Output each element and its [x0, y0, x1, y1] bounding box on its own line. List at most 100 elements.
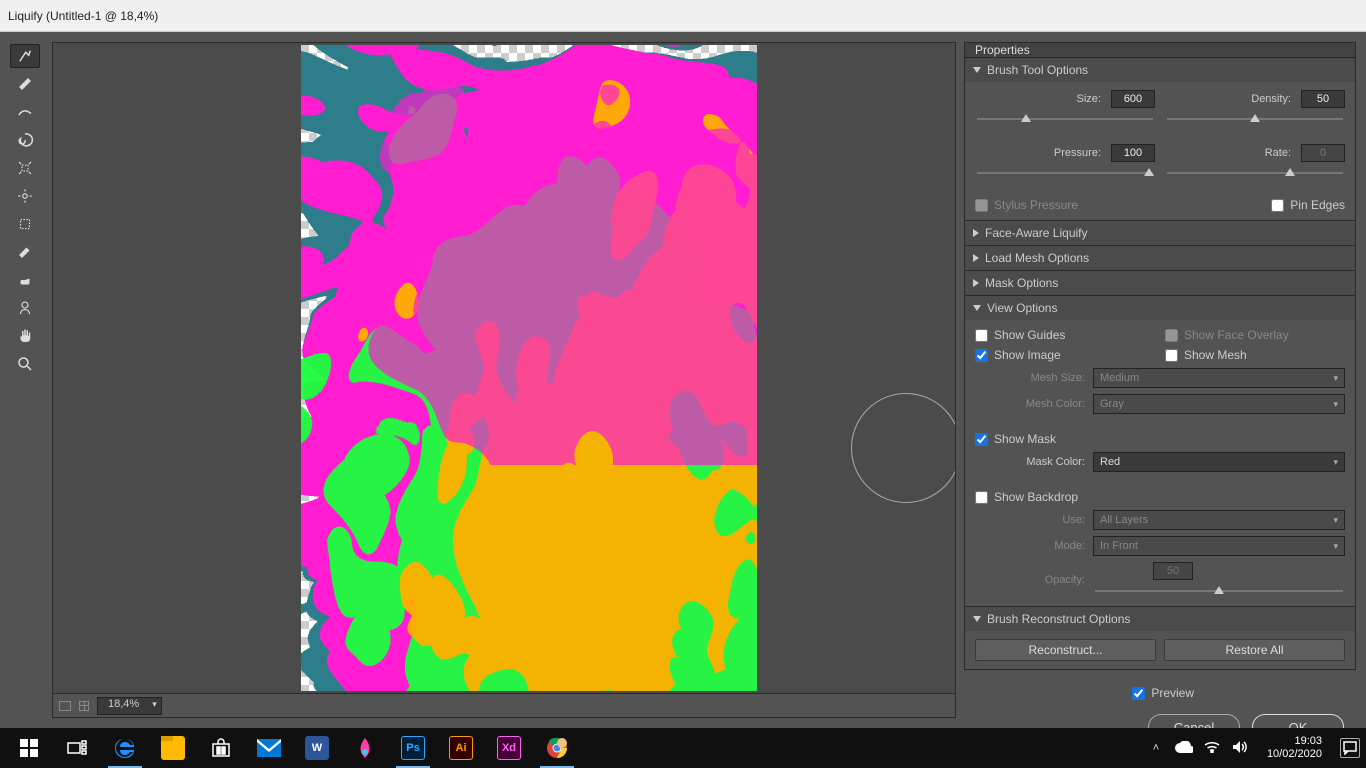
stylus-pressure-checkbox: Stylus Pressure [975, 198, 1078, 212]
freeze-mask-tool[interactable] [10, 240, 40, 264]
size-input[interactable] [1111, 90, 1155, 108]
wifi-icon[interactable] [1203, 741, 1221, 756]
brush-cursor [851, 393, 955, 503]
mesh-color-select: Gray▾ [1093, 394, 1345, 414]
pressure-input[interactable] [1111, 144, 1155, 162]
mail-icon[interactable] [246, 728, 292, 768]
triangle-right-icon [973, 279, 979, 287]
load-mesh-header[interactable]: Load Mesh Options [965, 246, 1355, 270]
triangle-right-icon [973, 229, 979, 237]
liquify-toolbar [10, 42, 44, 718]
dialog-title: Liquify (Untitled-1 @ 18,4%) [8, 9, 158, 23]
paint3d-icon[interactable] [342, 728, 388, 768]
mode-select: In Front▾ [1093, 536, 1345, 556]
liquify-dialog: 18,4% ▾ Properties Brush Tool Options Si… [0, 32, 1366, 728]
opacity-slider [1095, 584, 1343, 598]
density-input[interactable] [1301, 90, 1345, 108]
grid-icon[interactable] [79, 701, 89, 711]
preview-checkbox[interactable]: Preview [1132, 686, 1194, 700]
file-explorer-icon[interactable] [150, 728, 196, 768]
thaw-mask-tool[interactable] [10, 268, 40, 292]
time-text: 19:03 [1267, 735, 1322, 748]
canvas-area: 18,4% ▾ [52, 42, 956, 718]
density-slider[interactable] [1167, 112, 1343, 126]
zoom-value: 18,4% [108, 698, 139, 710]
liquify-artwork [301, 45, 757, 691]
face-tool[interactable] [10, 296, 40, 320]
twirl-tool[interactable] [10, 128, 40, 152]
start-button[interactable] [6, 728, 52, 768]
rate-slider[interactable] [1167, 166, 1343, 180]
triangle-right-icon [973, 254, 979, 262]
face-aware-header[interactable]: Face-Aware Liquify [965, 221, 1355, 245]
windows-taskbar: W Ps Ai Xd ˄ 19:03 10/02/2020 [0, 728, 1366, 768]
mesh-size-select: Medium▾ [1093, 368, 1345, 388]
pressure-slider[interactable] [977, 166, 1153, 180]
show-guides-checkbox[interactable]: Show Guides [975, 328, 1155, 342]
store-icon[interactable] [198, 728, 244, 768]
fit-icon[interactable] [59, 701, 71, 711]
forward-warp-tool[interactable] [10, 44, 40, 68]
use-label: Use: [975, 514, 1085, 526]
illustrator-icon[interactable]: Ai [438, 728, 484, 768]
reconstruct-button[interactable]: Reconstruct... [975, 639, 1156, 661]
show-backdrop-checkbox[interactable]: Show Backdrop [975, 490, 1345, 504]
system-tray: ˄ 19:03 10/02/2020 [1147, 735, 1360, 760]
triangle-down-icon [973, 305, 981, 311]
push-left-tool[interactable] [10, 212, 40, 236]
face-aware-section: Face-Aware Liquify [964, 221, 1356, 246]
volume-icon[interactable] [1231, 740, 1249, 757]
size-slider[interactable] [977, 112, 1153, 126]
use-select: All Layers▾ [1093, 510, 1345, 530]
task-view-icon[interactable] [54, 728, 100, 768]
view-options-section: View Options Show Guides Show Face Overl… [964, 296, 1356, 607]
mask-options-section: Mask Options [964, 271, 1356, 296]
onedrive-icon[interactable] [1175, 741, 1193, 756]
bloat-tool[interactable] [10, 184, 40, 208]
restore-all-button[interactable]: Restore All [1164, 639, 1345, 661]
taskbar-clock[interactable]: 19:03 10/02/2020 [1259, 735, 1330, 760]
canvas-footer: 18,4% ▾ [53, 693, 955, 717]
show-mesh-checkbox[interactable]: Show Mesh [1165, 348, 1345, 362]
size-label: Size: [1077, 93, 1101, 105]
zoom-tool[interactable] [10, 352, 40, 376]
date-text: 10/02/2020 [1267, 748, 1322, 761]
properties-panel: Properties Brush Tool Options Size: [964, 42, 1356, 718]
edge-icon[interactable] [102, 728, 148, 768]
rate-label: Rate: [1265, 147, 1291, 159]
mask-color-select[interactable]: Red▾ [1093, 452, 1345, 472]
chrome-icon[interactable] [534, 728, 580, 768]
brush-reconstruct-section: Brush Reconstruct Options Reconstruct...… [964, 607, 1356, 670]
show-mask-checkbox[interactable]: Show Mask [975, 432, 1345, 446]
show-image-checkbox[interactable]: Show Image [975, 348, 1155, 362]
hand-tool[interactable] [10, 324, 40, 348]
reconstruct-tool[interactable] [10, 72, 40, 96]
pressure-label: Pressure: [1054, 147, 1101, 159]
show-face-overlay-checkbox: Show Face Overlay [1165, 328, 1345, 342]
brush-tool-options-header[interactable]: Brush Tool Options [965, 58, 1355, 82]
word-icon[interactable]: W [294, 728, 340, 768]
titlebar: Liquify (Untitled-1 @ 18,4%) [0, 0, 1366, 32]
pin-edges-checkbox[interactable]: Pin Edges [1271, 198, 1345, 212]
photoshop-icon[interactable]: Ps [390, 728, 436, 768]
mask-color-label: Mask Color: [975, 456, 1085, 468]
density-label: Density: [1251, 93, 1291, 105]
view-options-header[interactable]: View Options [965, 296, 1355, 320]
xd-icon[interactable]: Xd [486, 728, 532, 768]
mask-options-header[interactable]: Mask Options [965, 271, 1355, 295]
mesh-size-label: Mesh Size: [975, 372, 1085, 384]
zoom-select[interactable]: 18,4% ▾ [97, 697, 162, 715]
notifications-icon[interactable] [1340, 738, 1360, 758]
canvas[interactable] [53, 43, 955, 693]
triangle-down-icon [973, 67, 981, 73]
brush-reconstruct-header[interactable]: Brush Reconstruct Options [965, 607, 1355, 631]
brush-tool-options-section: Brush Tool Options Size: Density: [964, 58, 1356, 221]
opacity-input [1153, 562, 1193, 580]
load-mesh-section: Load Mesh Options [964, 246, 1356, 271]
pucker-tool[interactable] [10, 156, 40, 180]
rate-input [1301, 144, 1345, 162]
tray-chevron-icon[interactable]: ˄ [1147, 742, 1165, 754]
mesh-color-label: Mesh Color: [975, 398, 1085, 410]
properties-header: Properties [964, 42, 1356, 58]
smooth-tool[interactable] [10, 100, 40, 124]
